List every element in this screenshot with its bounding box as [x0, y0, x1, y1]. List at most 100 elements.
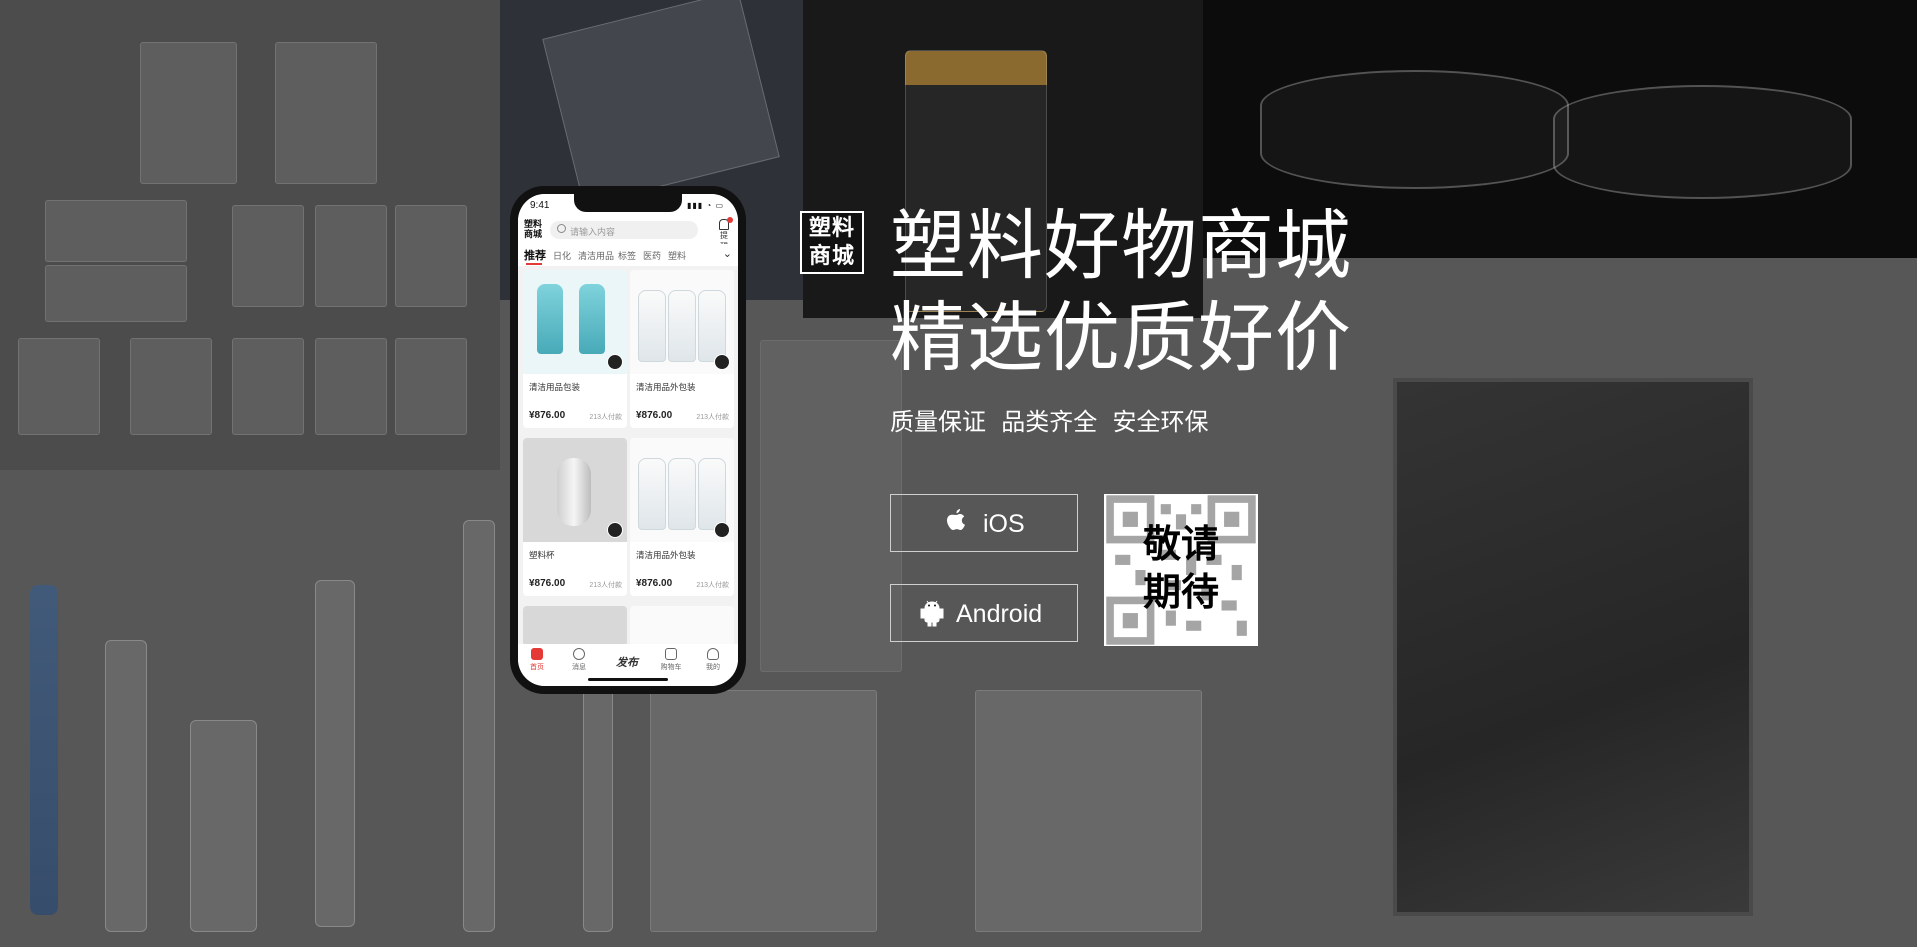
tab-home[interactable]: 首页	[522, 648, 552, 672]
bg-syringe	[315, 580, 355, 927]
product-image	[523, 270, 627, 374]
bottle-graphic	[579, 284, 605, 354]
tab-messages-label: 消息	[572, 664, 586, 671]
chevron-down-icon[interactable]: ⌄	[723, 247, 732, 260]
tab-cart-label: 购物车	[660, 664, 682, 671]
product-price: ¥876.00	[636, 578, 673, 589]
bg-pouch	[45, 200, 187, 262]
bottle-graphic	[638, 290, 666, 362]
product-name: 清洁用品外包装	[636, 382, 696, 392]
notification-badge	[727, 217, 733, 223]
tab-home-label: 首页	[530, 664, 544, 671]
app-logo-line1: 塑料	[524, 219, 543, 229]
product-card[interactable]	[523, 606, 627, 646]
product-price: ¥876.00	[529, 578, 566, 589]
qr-text-line2: 期待	[1142, 570, 1219, 614]
android-label: Android	[956, 600, 1043, 628]
bg-sachet	[975, 690, 1202, 932]
product-name: 清洁用品外包装	[636, 550, 696, 560]
seller-avatar	[607, 354, 623, 370]
bg-pouch	[45, 265, 187, 322]
bg-pouch	[232, 205, 304, 307]
qr-coming-soon: 敬请 期待	[1104, 520, 1258, 616]
hero-subtitle: 质量保证 品类齐全 安全环保	[890, 408, 1209, 436]
seller-avatar	[714, 522, 730, 538]
bg-pouch	[232, 338, 304, 435]
product-sold-count: 213人付款	[589, 582, 622, 589]
seller-avatar	[714, 354, 730, 370]
publish-button[interactable]: 发布	[616, 654, 638, 670]
home-indicator	[588, 678, 668, 681]
product-card[interactable]	[630, 606, 734, 646]
bg-pouch	[275, 42, 377, 184]
bg-bowl	[1260, 70, 1569, 189]
tab-profile-label: 我的	[706, 664, 720, 671]
bg-ampoule	[105, 640, 147, 932]
bg-foil-bag	[1393, 378, 1753, 916]
bottle-graphic	[537, 284, 563, 354]
product-image	[630, 438, 734, 542]
ios-download-button[interactable]: iOS	[890, 494, 1078, 552]
bg-bowl	[1553, 85, 1852, 199]
bottle-graphic	[698, 458, 726, 530]
product-card[interactable]: 清洁用品包装 ¥876.00 213人付款	[523, 270, 627, 428]
search-placeholder: 请输入内容	[570, 227, 616, 237]
app-logo-line2: 商城	[524, 229, 543, 239]
bottle-graphic	[638, 458, 666, 530]
tab-active-indicator	[526, 263, 542, 265]
bottle-graphic	[668, 290, 696, 362]
bg-pouch	[395, 338, 467, 435]
bg-pouch	[130, 338, 212, 435]
apple-icon	[947, 509, 965, 530]
qr-text-line1: 敬请	[1142, 522, 1219, 566]
bottle-graphic	[698, 290, 726, 362]
product-name: 塑料杯	[529, 550, 555, 560]
product-sold-count: 213人付款	[696, 582, 729, 589]
tab-medical[interactable]: 医药	[643, 249, 661, 262]
tab-profile[interactable]: 我的	[698, 648, 728, 672]
brand-logo-line1: 塑料	[808, 216, 855, 241]
phone-screen: 9:41 ▮▮▮ ◔ ▭ 塑料 商城 请输入内容 提醒 推荐 日化 清洁用品 标…	[518, 194, 738, 686]
product-image	[630, 270, 734, 374]
brand-logo: 塑料 商城	[800, 211, 864, 274]
hero-title: 塑料好物商城 精选优质好价	[890, 200, 1352, 384]
product-card[interactable]: 清洁用品外包装 ¥876.00 213人付款	[630, 270, 734, 428]
tab-daily-chemical[interactable]: 日化	[553, 249, 571, 262]
tab-messages[interactable]: 消息	[564, 648, 594, 672]
product-name: 清洁用品包装	[529, 382, 581, 392]
search-input[interactable]: 请输入内容	[550, 221, 698, 239]
tab-cart[interactable]: 购物车	[656, 648, 686, 672]
tab-recommend[interactable]: 推荐	[524, 247, 546, 263]
bg-sachet	[650, 690, 877, 932]
search-icon	[557, 224, 566, 233]
app-logo[interactable]: 塑料 商城	[524, 219, 546, 241]
tab-cleaning[interactable]: 清洁用品	[578, 249, 614, 262]
product-sold-count: 213人付款	[589, 414, 622, 421]
ios-label: iOS	[983, 510, 1025, 538]
android-download-button[interactable]: Android	[890, 584, 1078, 642]
cup-graphic	[557, 458, 591, 526]
seller-avatar	[607, 522, 623, 538]
qr-code: 敬请 期待	[1104, 494, 1258, 646]
bottle-graphic	[668, 458, 696, 530]
product-card[interactable]: 清洁用品外包装 ¥876.00 213人付款	[630, 438, 734, 596]
category-tabs: 推荐 日化 清洁用品 标签 医药 塑料 ⌄	[518, 244, 738, 266]
bg-syringe	[30, 585, 58, 915]
tab-labels[interactable]: 标签	[618, 249, 636, 262]
app-header: 塑料 商城 请输入内容 提醒	[518, 216, 738, 251]
bg-pouch	[315, 338, 387, 435]
tab-plastic[interactable]: 塑料	[668, 249, 686, 262]
product-image	[523, 438, 627, 542]
phone-notch	[574, 194, 682, 212]
bg-pouch	[315, 205, 387, 307]
product-card[interactable]: 塑料杯 ¥876.00 213人付款	[523, 438, 627, 596]
phone-mockup: 9:41 ▮▮▮ ◔ ▭ 塑料 商城 请输入内容 提醒 推荐 日化 清洁用品 标…	[510, 186, 746, 694]
hero-title-line1: 塑料好物商城	[890, 201, 1352, 290]
product-price: ¥876.00	[529, 410, 566, 421]
message-icon	[573, 648, 585, 660]
bg-dropper-bottle	[190, 720, 257, 932]
home-icon	[531, 648, 543, 660]
bottom-tab-bar: 首页 消息 发布 购物车 我的	[518, 644, 738, 686]
android-icon	[920, 600, 944, 627]
hero-title-line2: 精选优质好价	[890, 293, 1352, 382]
